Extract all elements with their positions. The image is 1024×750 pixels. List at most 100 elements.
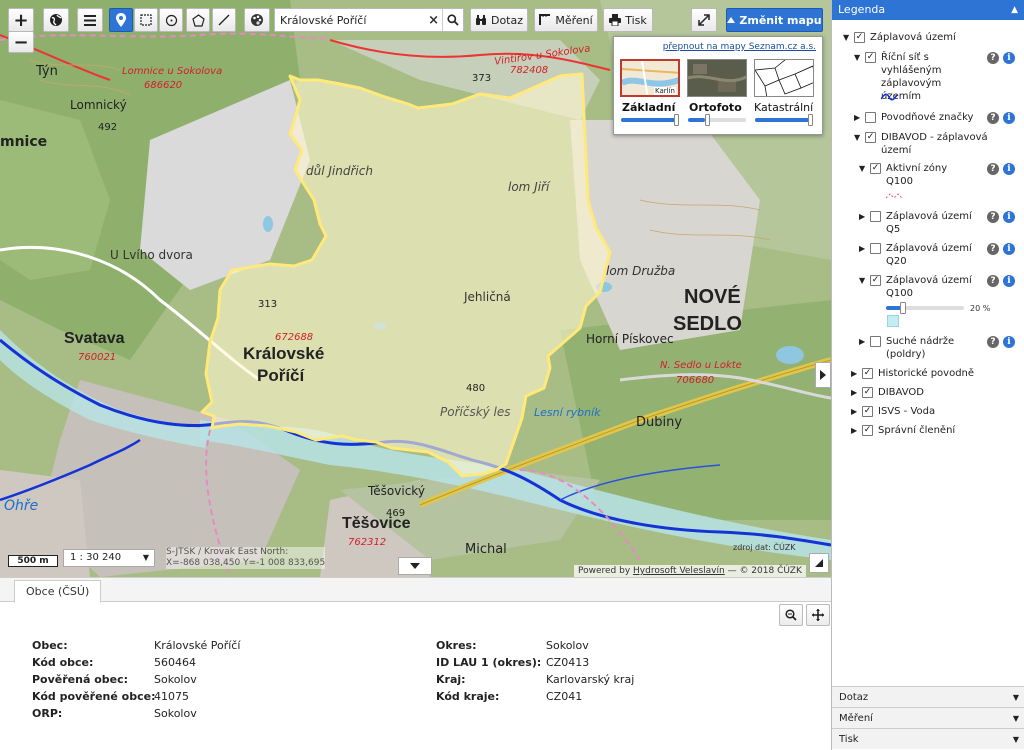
caret-down-icon[interactable]: ▼ xyxy=(859,165,867,173)
basemap-thumb-ortofoto[interactable] xyxy=(687,59,747,97)
search-box[interactable]: × xyxy=(274,8,464,32)
caret-right-icon[interactable]: ▶ xyxy=(854,114,862,122)
mereni-button[interactable]: Měření xyxy=(534,8,598,32)
fullscreen-button[interactable] xyxy=(691,8,717,32)
layer-checkbox[interactable]: ✓ xyxy=(870,275,881,286)
basemap-thumb-katastralni[interactable] xyxy=(754,59,814,97)
dotaz-button[interactable]: Dotaz xyxy=(470,8,528,32)
help-icon[interactable]: ? xyxy=(987,336,999,348)
seznam-maps-link[interactable]: přepnout na mapy Seznam.cz a.s. xyxy=(663,42,816,52)
map-label-u-lviho-dvora: U Lvího dvora xyxy=(110,248,193,262)
info-icon[interactable]: i xyxy=(1003,52,1015,64)
info-icon[interactable]: i xyxy=(1003,112,1015,124)
line-tool-button[interactable] xyxy=(212,8,236,32)
scale-select[interactable]: 1 : 30 240 ▼ xyxy=(63,549,155,567)
rectangle-tool-button[interactable] xyxy=(134,8,158,32)
map-label-lesni-rybnik: Lesní rybník xyxy=(534,406,601,419)
layer-checkbox[interactable] xyxy=(865,112,876,123)
map-label-michal: Michal xyxy=(465,542,507,557)
info-icon[interactable]: i xyxy=(1003,336,1015,348)
legend-item-aktivni-zony[interactable]: ▼ ✓ Aktivní zóny Q100 ? i xyxy=(832,162,1024,204)
basemap-thumb-zakladni[interactable]: Karlín xyxy=(620,59,680,97)
layer-checkbox[interactable]: ✓ xyxy=(862,406,873,417)
legend-item-q100[interactable]: ▼ ✓ Záplavová území Q100 ? i 20 % xyxy=(832,274,1024,330)
zoom-out-button[interactable]: − xyxy=(8,31,34,53)
layer-checkbox[interactable]: ✓ xyxy=(870,163,881,174)
help-icon[interactable]: ? xyxy=(987,243,999,255)
layer-checkbox[interactable]: ✓ xyxy=(865,132,876,143)
collapse-map-button[interactable] xyxy=(398,557,432,575)
zoom-in-button[interactable]: + xyxy=(8,8,34,32)
search-input[interactable] xyxy=(275,9,425,31)
layer-checkbox[interactable]: ✓ xyxy=(862,368,873,379)
layer-checkbox[interactable] xyxy=(870,211,881,222)
caret-right-icon[interactable]: ▶ xyxy=(851,370,859,378)
corner-expand-button[interactable] xyxy=(809,553,829,573)
opacity-slider-ortofoto[interactable] xyxy=(688,114,746,126)
info-icon[interactable]: i xyxy=(1003,211,1015,223)
pan-to-feature-button[interactable] xyxy=(806,604,830,626)
help-icon[interactable]: ? xyxy=(987,163,999,175)
q100-opacity-slider[interactable] xyxy=(886,302,964,314)
zoom-to-feature-button[interactable] xyxy=(779,604,803,626)
layer-checkbox[interactable]: ✓ xyxy=(865,52,876,63)
caret-right-icon[interactable]: ▶ xyxy=(859,213,867,221)
legend-item-q20[interactable]: ▶ Záplavová území Q20 ? i xyxy=(832,242,1024,268)
point-tool-button[interactable] xyxy=(109,8,133,32)
help-icon[interactable]: ? xyxy=(987,52,999,64)
layer-checkbox[interactable]: ✓ xyxy=(854,32,865,43)
legend-item-suche-nadrze[interactable]: ▶ Suché nádrže (poldry) ? i xyxy=(832,335,1024,361)
caret-right-icon[interactable]: ▶ xyxy=(859,245,867,253)
opacity-slider-katastralni[interactable] xyxy=(755,114,813,126)
search-button[interactable] xyxy=(442,9,463,31)
globe-button[interactable] xyxy=(43,8,69,32)
clear-search-icon[interactable]: × xyxy=(425,13,442,28)
ruler-icon xyxy=(539,14,551,25)
legend-item-ricni-sit[interactable]: ▼ ✓ Říční síť s vyhlášeným záplavovým úz… xyxy=(832,51,1024,106)
layer-label: Povodňové značky xyxy=(881,112,974,123)
help-icon[interactable]: ? xyxy=(987,112,999,124)
caret-down-icon[interactable]: ▼ xyxy=(854,54,862,62)
hydrosoft-link[interactable]: Hydrosoft Veleslavín xyxy=(633,566,725,576)
opacity-slider-zakladni[interactable] xyxy=(621,114,679,126)
legend-item-povodnove-znacky[interactable]: ▶ Povodňové značky ? i xyxy=(832,111,1024,125)
legend-item-isvs-voda[interactable]: ▶ ✓ ISVS - Voda xyxy=(832,405,1024,419)
legend-item-dibavod-zaplavova[interactable]: ▼ ✓ DIBAVOD - záplavová území xyxy=(832,131,1024,157)
legend-item-historicke-povodne[interactable]: ▶ ✓ Historické povodně xyxy=(832,367,1024,381)
caret-right-icon[interactable]: ▶ xyxy=(851,389,859,397)
legend-item-q5[interactable]: ▶ Záplavová území Q5 ? i xyxy=(832,210,1024,236)
legend-item-zaplavova-uzemi[interactable]: ▼ ✓ Záplavová území xyxy=(832,31,1024,45)
info-icon[interactable]: i xyxy=(1003,243,1015,255)
accordion-tisk[interactable]: Tisk ▼ xyxy=(832,728,1024,749)
layer-checkbox[interactable]: ✓ xyxy=(862,425,873,436)
caret-right-icon[interactable]: ▶ xyxy=(851,408,859,416)
help-icon[interactable]: ? xyxy=(987,211,999,223)
legend-header[interactable]: Legenda ▲ xyxy=(832,0,1024,20)
legend-item-spravni-cleneni[interactable]: ▶ ✓ Správní členění xyxy=(832,424,1024,438)
layer-checkbox[interactable] xyxy=(870,336,881,347)
accordion-dotaz[interactable]: Dotaz ▼ xyxy=(832,686,1024,707)
caret-right-icon[interactable]: ▶ xyxy=(851,427,859,435)
change-map-button[interactable]: Změnit mapu xyxy=(726,8,823,32)
help-icon[interactable]: ? xyxy=(987,275,999,287)
menu-button[interactable] xyxy=(77,8,103,32)
circle-tool-button[interactable] xyxy=(159,8,183,32)
accordion-mereni[interactable]: Měření ▼ xyxy=(832,707,1024,728)
tab-obce-csu[interactable]: Obce (ČSÚ) xyxy=(14,580,102,603)
layer-checkbox[interactable] xyxy=(870,243,881,254)
caret-down-icon[interactable]: ▼ xyxy=(854,134,862,142)
layers-tool-button[interactable] xyxy=(244,8,270,32)
polygon-tool-button[interactable] xyxy=(186,8,210,32)
info-icon[interactable]: i xyxy=(1003,275,1015,287)
info-icon[interactable]: i xyxy=(1003,163,1015,175)
toggle-sidebar-button[interactable] xyxy=(815,362,831,388)
coordinates-readout: S-JTSK / Krovak East North: X=-868 038,4… xyxy=(166,547,326,569)
caret-right-icon[interactable]: ▶ xyxy=(859,338,867,346)
tisk-button[interactable]: Tisk xyxy=(603,8,653,32)
caret-down-icon[interactable]: ▼ xyxy=(843,34,851,42)
caret-down-icon[interactable]: ▼ xyxy=(859,277,867,285)
layer-checkbox[interactable]: ✓ xyxy=(862,387,873,398)
map-label-lom-jiri: lom Jiří xyxy=(508,180,550,194)
legend-item-dibavod[interactable]: ▶ ✓ DIBAVOD xyxy=(832,386,1024,400)
map-canvas[interactable]: Týn Lomnice u Sokolova 686620 Lomnický 4… xyxy=(0,0,831,577)
